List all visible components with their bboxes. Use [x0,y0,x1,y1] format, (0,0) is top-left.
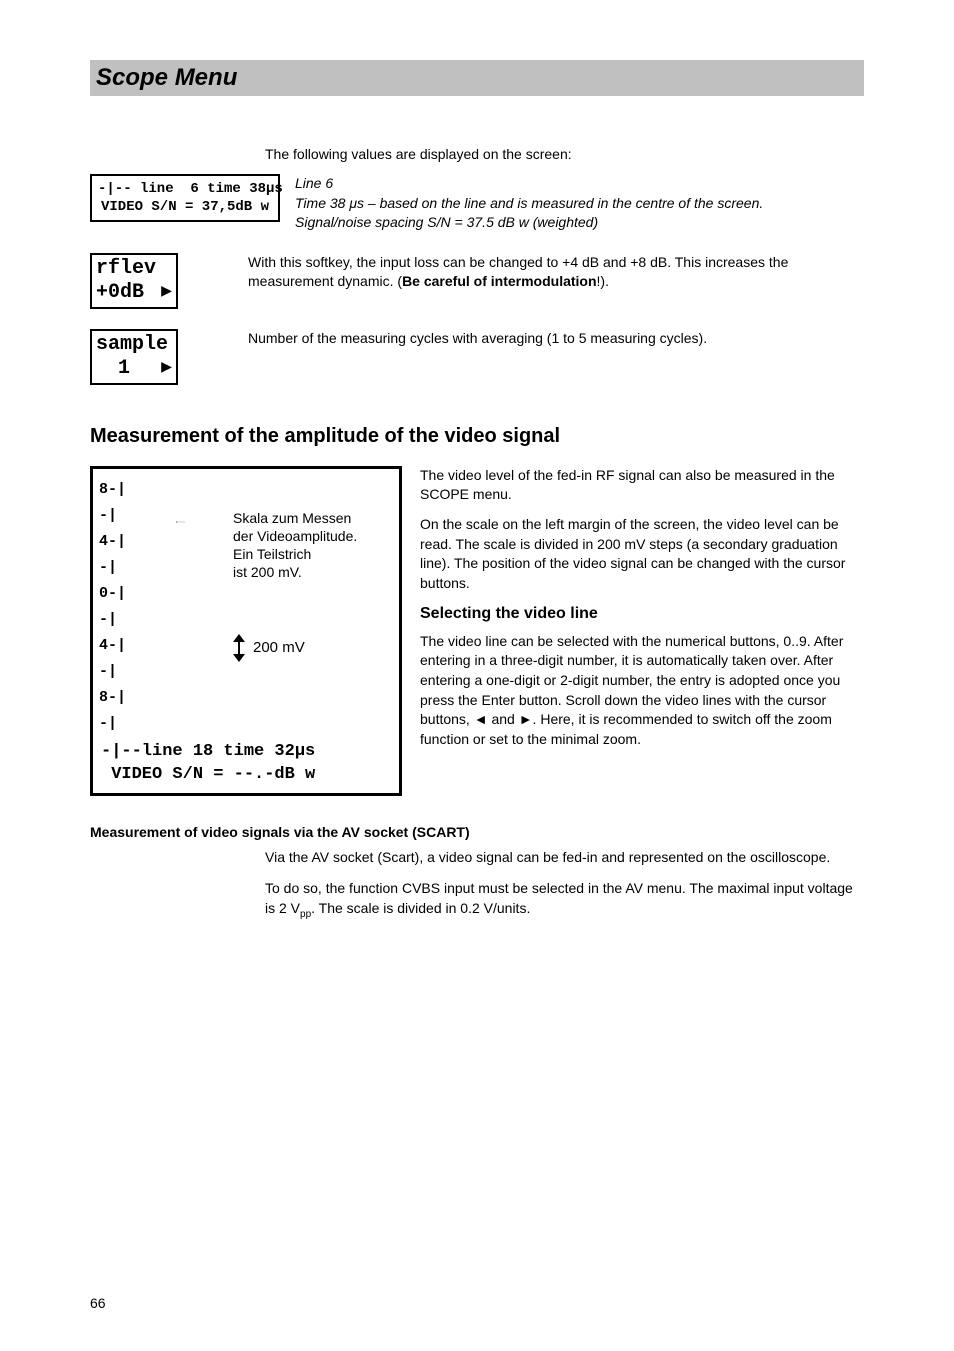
triangle-right-icon: ▶ [161,282,172,304]
scale-tick: -| [99,607,126,633]
updown-arrow-icon [233,634,245,662]
scale-tick: 0-| [99,581,126,607]
section-heading-scart: Measurement of video signals via the AV … [90,824,864,840]
display-values-box: -|-- line 6 time 38μs VIDEO S/N = 37,5dB… [90,174,280,222]
softkey-rflev[interactable]: rflev +0dB ▶ [90,253,178,309]
scale-tick: -| [99,659,126,685]
sample-description: Number of the measuring cycles with aver… [248,329,864,349]
scart-p1: Via the AV socket (Scart), a video signa… [265,848,864,868]
scart-p2: To do so, the function CVBS input must b… [265,879,864,921]
caption-line3: Signal/noise spacing S/N = 37.5 dB w (we… [295,213,864,233]
display-caption: Line 6 Time 38 μs – based on the line an… [295,174,864,233]
amplitude-p3: The video line can be selected with the … [420,632,864,750]
intro-text: The following values are displayed on th… [265,146,864,162]
scale-tick: 8-| [99,477,126,503]
page-number: 66 [90,1295,106,1311]
scale-tick: -| [99,555,126,581]
scale-tick: -| [99,711,126,737]
softkey-rflev-label: rflev [96,257,172,281]
scale-tick: 8-| [99,685,126,711]
amplitude-p1: The video level of the fed-in RF signal … [420,466,864,505]
amplitude-text: The video level of the fed-in RF signal … [420,466,864,760]
triangle-right-icon: ▶ [161,358,172,380]
page-title-bar: Scope Menu [90,60,864,96]
oscilloscope-diagram: 8-| -| 4-| -| 0-| -| 4-| -| 8-| -| Skala… [90,466,402,796]
subheading-video-line: Selecting the video line [420,603,864,625]
softkey-sample-label: sample [96,333,172,357]
scale-tick: 4-| [99,529,126,555]
scale-tick: 4-| [99,633,126,659]
scope-scale: 8-| -| 4-| -| 0-| -| 4-| -| 8-| -| [99,477,126,737]
scope-mv-label: 200 mV [233,634,305,662]
page-title: Scope Menu [96,64,858,92]
scope-annotation: Skala zum Messen der Videoamplitude. Ein… [233,509,357,582]
section-heading-amplitude: Measurement of the amplitude of the vide… [90,425,864,448]
scope-bottom-readout: -|--line 18 time 32μs VIDEO S/N = --.-dB… [101,741,315,787]
rflev-description: With this softkey, the input loss can be… [248,253,864,292]
caption-line2: Time 38 μs – based on the line and is me… [295,194,864,214]
arrow-left-icon [133,521,228,523]
caption-line1: Line 6 [295,174,864,194]
amplitude-p2: On the scale on the left margin of the s… [420,515,864,593]
softkey-sample[interactable]: sample 1 ▶ [90,329,178,385]
scale-tick: -| [99,503,126,529]
